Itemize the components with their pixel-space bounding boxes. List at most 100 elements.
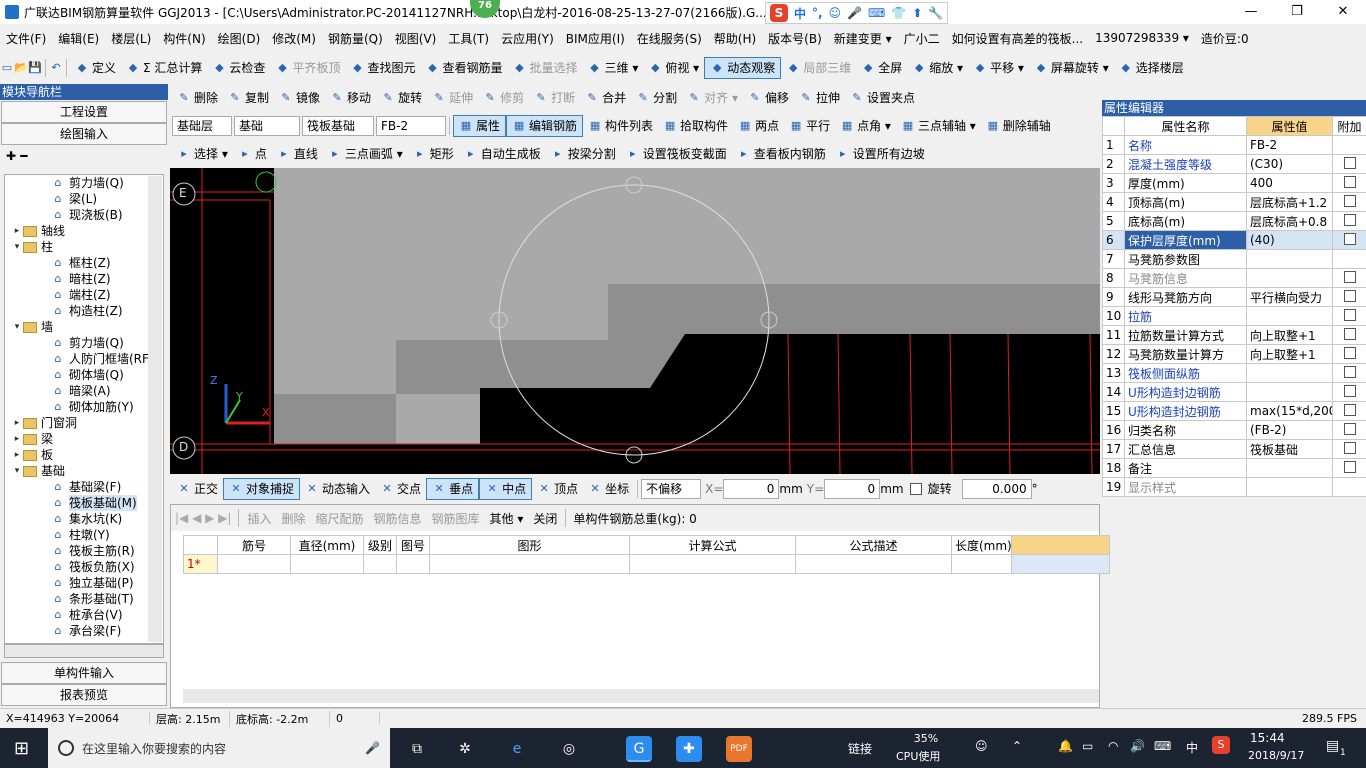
table-cell[interactable] <box>629 554 796 574</box>
property-row[interactable]: 16 归类名称 (FB-2) <box>1102 420 1366 440</box>
property-value[interactable]: (C30) <box>1246 154 1333 174</box>
notification-bell-icon[interactable]: 🔔 <box>1058 739 1073 753</box>
property-row[interactable]: 2 混凝土强度等级 (C30) <box>1102 154 1366 174</box>
task-view-icon[interactable]: ⧉ <box>404 736 430 762</box>
component-button-8[interactable]: ▦ 删除辅轴 <box>981 115 1056 137</box>
property-value[interactable] <box>1246 249 1333 269</box>
x-offset-input[interactable]: 0 <box>723 478 780 499</box>
drawing-canvas[interactable]: E D Z Y X <box>170 168 1100 474</box>
extra-checkbox[interactable] <box>1343 441 1356 454</box>
property-value[interactable]: 平行横向受力 <box>1246 287 1333 307</box>
property-row[interactable]: 18 备注 <box>1102 458 1366 478</box>
rebar-hscrollbar[interactable] <box>183 689 1099 703</box>
drawing-input-button[interactable]: 绘图输入 <box>1 123 167 145</box>
minimize-button[interactable]: — <box>1228 0 1274 24</box>
edit-button-11[interactable]: ✎ 偏移 <box>743 87 794 109</box>
table-cell[interactable] <box>1011 554 1110 574</box>
expand-icon[interactable]: ▾ <box>11 319 23 335</box>
tree-item[interactable]: ⌂ 基础梁(F) <box>5 479 163 495</box>
extra-checkbox[interactable] <box>1343 289 1356 302</box>
tree-item[interactable]: ⌂ 柱墩(Y) <box>5 527 163 543</box>
extra-checkbox[interactable] <box>1343 327 1356 340</box>
component-type-select[interactable]: 筏板基础 <box>302 115 374 136</box>
ime-tools-icon[interactable]: 🔧 <box>928 6 943 20</box>
menu-item-9[interactable]: 云应用(Y) <box>495 30 560 47</box>
toolbar-button-11[interactable]: ◆ 全屏 <box>856 57 907 79</box>
property-value[interactable]: FB-2 <box>1246 135 1333 155</box>
edit-button-1[interactable]: ✎ 复制 <box>223 87 274 109</box>
snap-button-2[interactable]: ✕ 动态输入 <box>300 478 375 500</box>
property-row[interactable]: 12 马凳筋数量计算方 向上取整+1 <box>1102 344 1366 364</box>
table-cell[interactable] <box>217 554 291 574</box>
expand-icon[interactable]: ▸ <box>11 447 23 463</box>
ime-mic-icon[interactable]: 🎤 <box>847 6 862 20</box>
toolbar-button-2[interactable]: ◆ 云检查 <box>207 57 270 79</box>
property-row[interactable]: 13 筏板侧面纵筋 <box>1102 363 1366 383</box>
property-row[interactable]: 15 U形构造封边钢筋 max(15*d,200) <box>1102 401 1366 421</box>
ime-punct-icon[interactable]: °, <box>812 6 823 20</box>
toolbar-button-0[interactable]: ◆ 定义 <box>70 57 121 79</box>
edit-button-8[interactable]: ✎ 合并 <box>580 87 631 109</box>
menu-item-11[interactable]: 在线服务(S) <box>631 30 708 47</box>
property-value[interactable] <box>1246 268 1333 288</box>
rebar-button-6[interactable]: 关闭 <box>528 507 562 529</box>
extra-checkbox[interactable] <box>1343 384 1356 397</box>
single-component-input-button[interactable]: 单构件输入 <box>1 662 167 684</box>
snap-button-5[interactable]: ✕ 中点 <box>479 477 533 500</box>
edit-button-10[interactable]: ✎ 对齐 ▾ <box>682 87 743 109</box>
open-folder-icon[interactable]: 📂 <box>14 61 28 75</box>
toolbar-button-10[interactable]: ◆ 局部三维 <box>781 57 856 79</box>
edit-button-12[interactable]: ✎ 拉伸 <box>794 87 845 109</box>
tree-expand-collapse-icon[interactable]: ✚ ━ <box>0 145 168 167</box>
draw-button-4[interactable]: ▸ 矩形 <box>408 143 459 165</box>
property-row[interactable]: 10 拉筋 <box>1102 306 1366 326</box>
menu-item-18[interactable]: 造价豆:0 <box>1195 30 1255 47</box>
tree-item[interactable]: ⌂ 剪力墙(Q) <box>5 335 163 351</box>
ime-keyboard-icon[interactable]: ⌨ <box>868 6 885 20</box>
property-value[interactable]: 向上取整+1 <box>1246 344 1333 364</box>
pdf-icon[interactable]: PDF <box>726 736 752 762</box>
toolbar-button-15[interactable]: ◆ 选择楼层 <box>1114 57 1189 79</box>
snap-button-1[interactable]: ✕ 对象捕捉 <box>223 477 301 500</box>
menu-item-3[interactable]: 构件(N) <box>157 30 211 47</box>
row-number[interactable]: 1* <box>183 554 218 574</box>
edit-button-9[interactable]: ✎ 分割 <box>631 87 682 109</box>
snap-button-4[interactable]: ✕ 垂点 <box>426 477 480 500</box>
volume-icon[interactable]: 🔊 <box>1130 739 1145 753</box>
new-file-icon[interactable]: ▭ <box>0 61 14 75</box>
extra-checkbox[interactable] <box>1343 346 1356 359</box>
tree-item[interactable]: ▸ 梁 <box>5 431 163 447</box>
tree-item[interactable]: ⌂ 构造柱(Z) <box>5 303 163 319</box>
snap-button-7[interactable]: ✕ 坐标 <box>583 478 634 500</box>
mic-icon[interactable]: 🎤 <box>365 741 380 755</box>
report-preview-button[interactable]: 报表预览 <box>1 684 167 706</box>
extra-checkbox[interactable] <box>1343 175 1356 188</box>
tree-item[interactable]: ▾ 基础 <box>5 463 163 479</box>
property-table[interactable]: 属性名称 属性值 附加 1 名称 FB-2 2 混凝土强度等级 (C30) 3 厚度(mm) 400… <box>1102 116 1366 497</box>
toolbar-button-1[interactable]: ◆ Σ 汇总计算 <box>121 57 207 79</box>
extra-checkbox[interactable] <box>1343 194 1356 207</box>
tree-item[interactable]: ⌂ 砌体墙(Q) <box>5 367 163 383</box>
tree-item[interactable]: ⌂ 梁(L) <box>5 191 163 207</box>
menu-item-0[interactable]: 文件(F) <box>0 30 52 47</box>
glodon-app-icon[interactable]: G <box>626 736 652 762</box>
tree-item[interactable]: ▸ 板 <box>5 447 163 463</box>
draw-button-9[interactable]: ▸ 设置所有边坡 <box>831 143 930 165</box>
component-button-2[interactable]: ▦ 构件列表 <box>583 115 658 137</box>
tree-item[interactable]: ⌂ 人防门框墙(RF <box>5 351 163 367</box>
expand-icon[interactable]: ▸ <box>11 223 23 239</box>
rebar-button-0[interactable]: 插入 <box>242 507 276 529</box>
property-value[interactable]: 筏板基础 <box>1246 439 1333 459</box>
property-row[interactable]: 4 顶标高(m) 层底标高+1.2 <box>1102 192 1366 212</box>
menu-item-16[interactable]: 如何设置有高差的筏板... <box>946 30 1089 47</box>
draw-button-3[interactable]: ▸ 三点画弧 ▾ <box>323 143 408 165</box>
ime-toolbar[interactable]: S 中 °, ☺ 🎤 ⌨ 👕 ⬆ 🔧 <box>765 2 949 24</box>
table-cell[interactable] <box>396 554 430 574</box>
property-value[interactable]: 层底标高+0.8 <box>1246 211 1333 231</box>
offset-select[interactable]: 不偏移 <box>641 478 702 499</box>
floor-select[interactable]: 基础层 <box>172 115 232 136</box>
toolbar-button-6[interactable]: ◆ 批量选择 <box>507 57 582 79</box>
tree-item[interactable]: ▾ 墙 <box>5 319 163 335</box>
draw-button-7[interactable]: ▸ 设置筏板变截面 <box>621 143 732 165</box>
ime-up-icon[interactable]: ⬆ <box>912 6 922 20</box>
